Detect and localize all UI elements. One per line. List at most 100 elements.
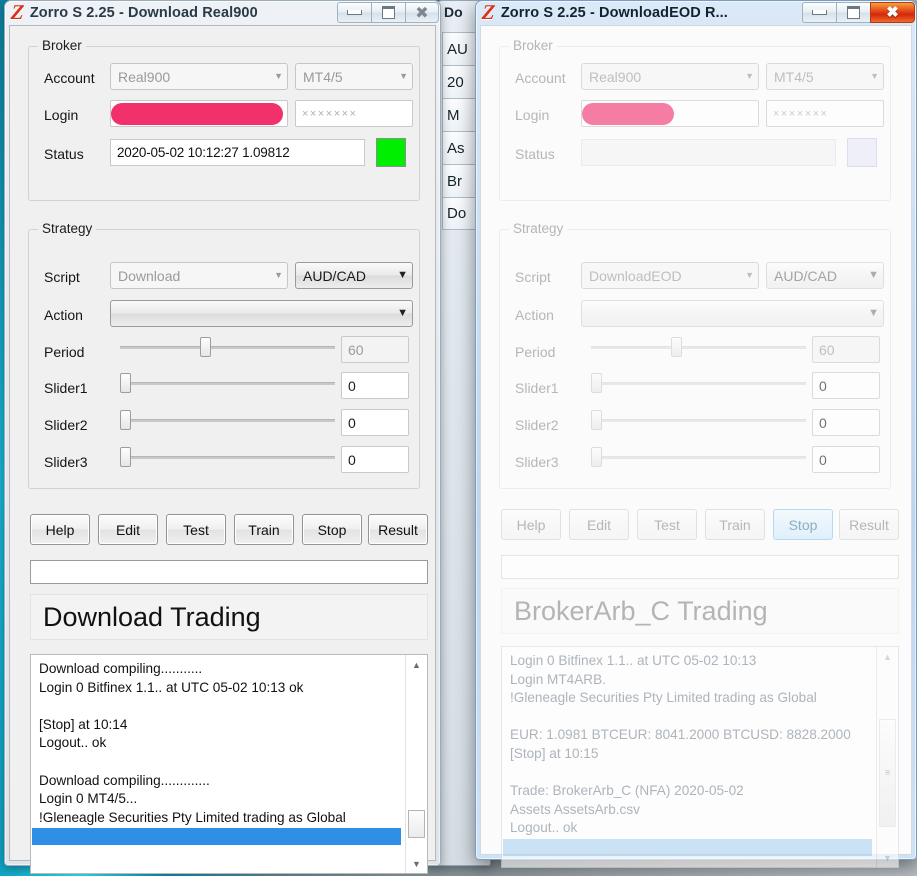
- close-button[interactable]: ✖: [870, 2, 915, 23]
- scroll-down-icon[interactable]: ▼: [877, 848, 898, 867]
- period-value: 60: [819, 341, 835, 358]
- slider-thumb[interactable]: [591, 447, 602, 467]
- minimize-button[interactable]: [802, 2, 836, 23]
- edit-button[interactable]: Edit: [569, 509, 629, 540]
- slider1[interactable]: [591, 373, 806, 393]
- title-bar-buttons[interactable]: ✖: [337, 2, 439, 23]
- slider1[interactable]: [120, 373, 335, 393]
- list-item[interactable]: M: [442, 98, 478, 131]
- help-button[interactable]: Help: [501, 509, 561, 540]
- strategy-banner: Download Trading: [30, 594, 428, 640]
- list-item[interactable]: 20: [442, 65, 478, 98]
- login-row: Login: [44, 107, 78, 123]
- account-select[interactable]: Real900 ▼: [581, 63, 759, 90]
- slider-thumb[interactable]: [591, 410, 602, 430]
- slider-thumb[interactable]: [120, 373, 131, 393]
- slider3[interactable]: [120, 447, 335, 467]
- slider2-value-input[interactable]: 0: [341, 409, 409, 436]
- action-select[interactable]: ▼: [110, 300, 413, 327]
- period-value-input[interactable]: 60: [341, 336, 409, 363]
- zorro-window-download[interactable]: Z Zorro S 2.25 - Download Real900 ✖ Brok…: [4, 0, 441, 874]
- test-button[interactable]: Test: [637, 509, 697, 540]
- close-button[interactable]: ✖: [405, 2, 439, 23]
- script-select[interactable]: Download ▼: [110, 262, 288, 289]
- slider1-value: 0: [348, 377, 356, 394]
- stop-button[interactable]: Stop: [302, 514, 362, 545]
- background-window-list[interactable]: AU 20 M As Br Do: [442, 32, 478, 230]
- slider3-value-input[interactable]: 0: [812, 446, 880, 473]
- status-display: 2020-05-02 10:12:27 1.09812: [110, 139, 365, 166]
- slider-thumb[interactable]: [670, 337, 682, 357]
- slider3-value: 0: [819, 451, 827, 468]
- slider2[interactable]: [120, 410, 335, 430]
- edit-button[interactable]: Edit: [98, 514, 158, 545]
- list-item[interactable]: As: [442, 131, 478, 164]
- help-button[interactable]: Help: [30, 514, 90, 545]
- login-redaction-overlay: [111, 103, 283, 125]
- asset-select[interactable]: AUD/CAD ▼: [295, 262, 413, 289]
- list-item[interactable]: AU: [442, 32, 478, 65]
- asset-select[interactable]: AUD/CAD ▼: [766, 262, 884, 289]
- account-select[interactable]: Real900 ▼: [110, 63, 288, 90]
- title-bar[interactable]: Z Zorro S 2.25 - DownloadEOD R... ✖: [475, 0, 917, 25]
- maximize-button[interactable]: [836, 2, 870, 23]
- scrollbar-thumb[interactable]: [408, 810, 425, 838]
- slider2-value-input[interactable]: 0: [812, 409, 880, 436]
- zorro-window-downloadeod[interactable]: Z Zorro S 2.25 - DownloadEOD R... ✖ Brok…: [475, 0, 917, 868]
- slider-track: [120, 346, 335, 349]
- test-button[interactable]: Test: [166, 514, 226, 545]
- slider1-value-input[interactable]: 0: [812, 372, 880, 399]
- slider1-value: 0: [819, 377, 827, 394]
- chevron-down-icon: ▼: [745, 71, 754, 81]
- log-pane[interactable]: Download compiling........... Login 0 Bi…: [30, 654, 428, 874]
- period-slider[interactable]: [591, 337, 806, 357]
- log-pane[interactable]: Login 0 Bitfinex 1.1.. at UTC 05-02 10:1…: [501, 646, 899, 868]
- broker-plugin-select[interactable]: MT4/5 ▼: [766, 63, 884, 90]
- slider-thumb[interactable]: [591, 373, 602, 393]
- slider3-value-input[interactable]: 0: [341, 446, 409, 473]
- minimize-button[interactable]: [337, 2, 371, 23]
- slider2-label: Slider2: [44, 417, 88, 433]
- password-input[interactable]: ×××××××: [295, 100, 413, 127]
- log-line: [Stop] at 10:14: [39, 716, 128, 732]
- action-label: Action: [44, 307, 83, 323]
- result-button[interactable]: Result: [839, 509, 899, 540]
- scroll-up-icon[interactable]: ▲: [406, 655, 427, 674]
- script-value: Download: [118, 267, 181, 284]
- list-item[interactable]: Do: [442, 197, 478, 230]
- title-bar-buttons[interactable]: ✖: [802, 2, 915, 23]
- log-scrollbar[interactable]: ▲ ≡ ▼: [876, 647, 898, 867]
- result-button[interactable]: Result: [368, 514, 428, 545]
- maximize-button[interactable]: [371, 2, 405, 23]
- slider-thumb[interactable]: [120, 410, 131, 430]
- progress-bar: [501, 555, 899, 579]
- period-slider[interactable]: [120, 337, 335, 357]
- slider3[interactable]: [591, 447, 806, 467]
- broker-plugin-select[interactable]: MT4/5 ▼: [295, 63, 413, 90]
- log-selected-line: [32, 828, 401, 845]
- action-select[interactable]: ▼: [581, 300, 884, 327]
- scrollbar-grip-icon: ≡: [884, 767, 891, 778]
- scroll-down-icon[interactable]: ▼: [406, 854, 427, 873]
- script-label: Script: [515, 269, 551, 285]
- slider-thumb[interactable]: [120, 447, 131, 467]
- train-button[interactable]: Train: [234, 514, 294, 545]
- stop-button[interactable]: Stop: [773, 509, 833, 540]
- scrollbar-thumb[interactable]: ≡: [879, 719, 896, 827]
- slider2[interactable]: [591, 410, 806, 430]
- action-label: Action: [515, 307, 554, 323]
- scroll-up-icon[interactable]: ▲: [877, 647, 898, 666]
- chevron-down-icon: ▼: [745, 270, 754, 280]
- period-value-input[interactable]: 60: [812, 336, 880, 363]
- log-scrollbar[interactable]: ▲ ▼: [405, 655, 427, 873]
- title-bar[interactable]: Z Zorro S 2.25 - Download Real900 ✖: [4, 0, 441, 25]
- period-row: Period: [515, 344, 555, 360]
- slider2-value: 0: [348, 414, 356, 431]
- password-input[interactable]: ×××××××: [766, 100, 884, 127]
- background-window-title: Do: [444, 4, 463, 20]
- train-button[interactable]: Train: [705, 509, 765, 540]
- list-item[interactable]: Br: [442, 164, 478, 197]
- slider-thumb[interactable]: [199, 337, 211, 357]
- slider1-value-input[interactable]: 0: [341, 372, 409, 399]
- script-select[interactable]: DownloadEOD ▼: [581, 262, 759, 289]
